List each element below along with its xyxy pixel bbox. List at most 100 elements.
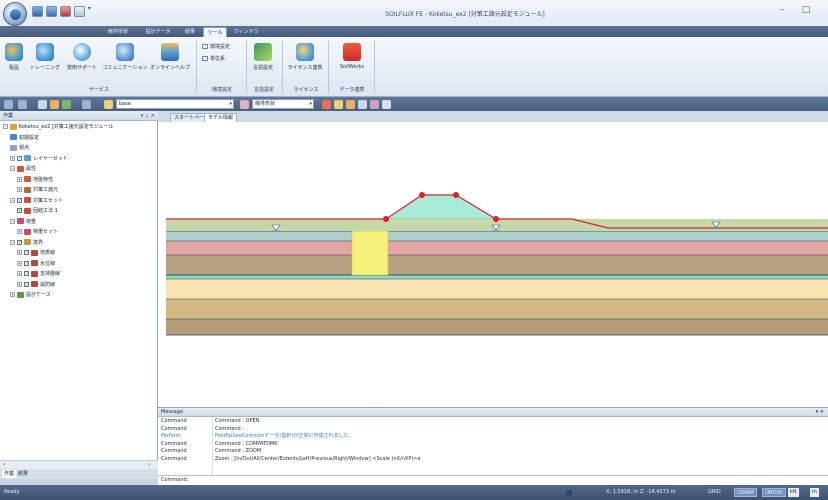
force-unit-select[interactable]: kN	[788, 488, 799, 497]
collapse-icon[interactable]: −	[10, 218, 15, 224]
tree-item[interactable]: + ✓ 地表線	[17, 249, 55, 257]
surface-vertex[interactable]	[383, 216, 389, 222]
collapse-icon[interactable]: −	[10, 239, 15, 245]
tab-window[interactable]: ウィンドウ	[230, 27, 262, 37]
collapse-icon[interactable]: −	[10, 166, 15, 171]
model-icon[interactable]	[240, 100, 249, 109]
tree-item[interactable]: + 設計ケース	[10, 291, 51, 299]
training-button[interactable]: トレーニング	[30, 43, 60, 77]
tech-support-button[interactable]: 技術サポート	[64, 43, 100, 77]
expand-icon[interactable]: +	[17, 260, 22, 266]
tab-model[interactable]: 條件形状	[98, 27, 138, 37]
tree-item[interactable]: + ✓ 堤防線	[17, 281, 55, 289]
expand-icon[interactable]: +	[17, 176, 22, 182]
scroll-left-icon[interactable]: ‹	[3, 461, 5, 469]
select-icon[interactable]	[38, 100, 47, 109]
ortho-toggle[interactable]: ORTHO	[762, 488, 786, 497]
pan-icon[interactable]	[334, 100, 343, 109]
expand-icon[interactable]: +	[17, 271, 22, 276]
visibility-checkbox[interactable]: ✓	[24, 250, 29, 256]
surface-vertex[interactable]	[419, 192, 425, 198]
online-help-button[interactable]: オンラインヘルプ	[150, 43, 190, 77]
tab-tools[interactable]: ツール	[203, 27, 227, 37]
unit-system-button[interactable]: 単位系	[202, 55, 225, 62]
tab-results[interactable]: 結果	[178, 27, 202, 37]
redo-icon[interactable]	[18, 100, 27, 109]
grid-toggle[interactable]: GRID	[706, 488, 723, 497]
tab-work[interactable]: 作業	[2, 470, 17, 478]
base-combo[interactable]: base ▾	[116, 99, 234, 109]
tree-item[interactable]: − ✓ 境界	[10, 239, 43, 247]
layer-icon[interactable]	[62, 100, 71, 109]
osnap-toggle[interactable]: OSNAP	[734, 488, 758, 497]
tree-item[interactable]: + 荷重セット	[17, 228, 58, 236]
visibility-checkbox[interactable]: ✓	[17, 197, 22, 203]
close-file-icon[interactable]	[60, 6, 71, 17]
soilworks-button[interactable]: SoilWorks	[334, 43, 370, 77]
expand-icon[interactable]: +	[17, 229, 22, 234]
tree-item[interactable]: ✓ 固結工法 1	[17, 207, 58, 215]
tree-item[interactable]: − 属性	[10, 165, 36, 173]
visibility-checkbox[interactable]: ✓	[17, 155, 22, 161]
visibility-checkbox[interactable]: ✓	[24, 281, 29, 287]
communication-button[interactable]: コミュニケーション	[103, 43, 147, 77]
quick-access-dropdown-icon[interactable]: ▾	[88, 5, 91, 12]
surface-vertex[interactable]	[493, 216, 499, 222]
message-panel-controls[interactable]: ▾ ✕	[816, 408, 824, 417]
expand-icon[interactable]: +	[10, 292, 15, 297]
expand-icon[interactable]: +	[17, 187, 22, 192]
save-icon[interactable]	[46, 6, 57, 17]
language-settings-button[interactable]: 言語設定	[250, 43, 276, 77]
visibility-checkbox[interactable]: ✓	[24, 260, 29, 266]
ground-improvement-block[interactable]	[351, 230, 389, 276]
tree-item[interactable]: − Koketsu_ex2 [対策工諸元設定モジュール	[3, 123, 113, 131]
tree-item[interactable]: + ✓ レイヤーセット	[10, 155, 68, 163]
zoom-icon[interactable]	[322, 100, 331, 109]
tree-item[interactable]: + ✓ 支持層線	[17, 270, 60, 278]
expand-icon[interactable]: +	[17, 250, 22, 255]
zoom-all-icon[interactable]	[358, 100, 367, 109]
expand-icon[interactable]: +	[10, 155, 15, 161]
cross-section-drawing[interactable]	[158, 122, 828, 407]
print-icon[interactable]	[74, 6, 85, 17]
undo-icon[interactable]	[4, 100, 13, 109]
filter-icon[interactable]	[50, 100, 59, 109]
expand-icon[interactable]: +	[17, 281, 22, 287]
env-settings-button[interactable]: 環境設定	[202, 43, 230, 50]
visibility-checkbox[interactable]: ✓	[17, 239, 22, 245]
products-button[interactable]: 製品	[4, 43, 24, 77]
surface-vertex[interactable]	[453, 192, 459, 198]
collapse-icon[interactable]: −	[10, 197, 15, 203]
tree-item[interactable]: − ✓ 対策工セット	[10, 197, 63, 205]
app-menu-button[interactable]	[3, 2, 27, 26]
embankment[interactable]	[385, 194, 498, 220]
minimize-button[interactable]: –	[774, 5, 790, 17]
tree-item[interactable]: 初期設定	[10, 134, 39, 142]
collapse-icon[interactable]: −	[3, 124, 8, 129]
maximize-button[interactable]: □	[798, 5, 814, 17]
command-line-input[interactable]: Command:	[158, 475, 828, 485]
tab-design-data[interactable]: 設計データ	[138, 27, 178, 37]
scroll-right-icon[interactable]: ›	[148, 461, 150, 469]
pointer-icon[interactable]	[82, 100, 91, 109]
toolbar-end-icon[interactable]	[382, 100, 391, 109]
tab-result[interactable]: 結果	[16, 470, 30, 478]
tree-item[interactable]: + 対策工諸元	[17, 186, 58, 194]
tree-item[interactable]: + ✓ 水位線	[17, 260, 55, 268]
tree-horizontal-scrollbar[interactable]: ‹ ›	[0, 460, 158, 469]
model-combo[interactable]: 條件形状 ▾	[252, 99, 314, 109]
view-icon[interactable]	[370, 100, 379, 109]
tree-item[interactable]: 視点	[10, 144, 29, 152]
panel-controls[interactable]: ▾ ⊥ ✕	[141, 111, 155, 121]
tab-model-info[interactable]: モデル情報	[204, 113, 238, 122]
folder-icon[interactable]	[104, 100, 113, 109]
length-unit-select[interactable]: m	[810, 488, 819, 497]
visibility-checkbox[interactable]: ✓	[24, 271, 29, 277]
zoom-window-icon[interactable]	[346, 100, 355, 109]
license-link-button[interactable]: ライセンス連携	[288, 43, 322, 77]
tree-item[interactable]: − 荷重	[10, 218, 36, 226]
model-canvas[interactable]	[158, 122, 828, 407]
visibility-checkbox[interactable]: ✓	[17, 208, 22, 214]
tree-item[interactable]: + 地盤特性	[17, 176, 53, 184]
new-file-icon[interactable]	[32, 6, 43, 17]
